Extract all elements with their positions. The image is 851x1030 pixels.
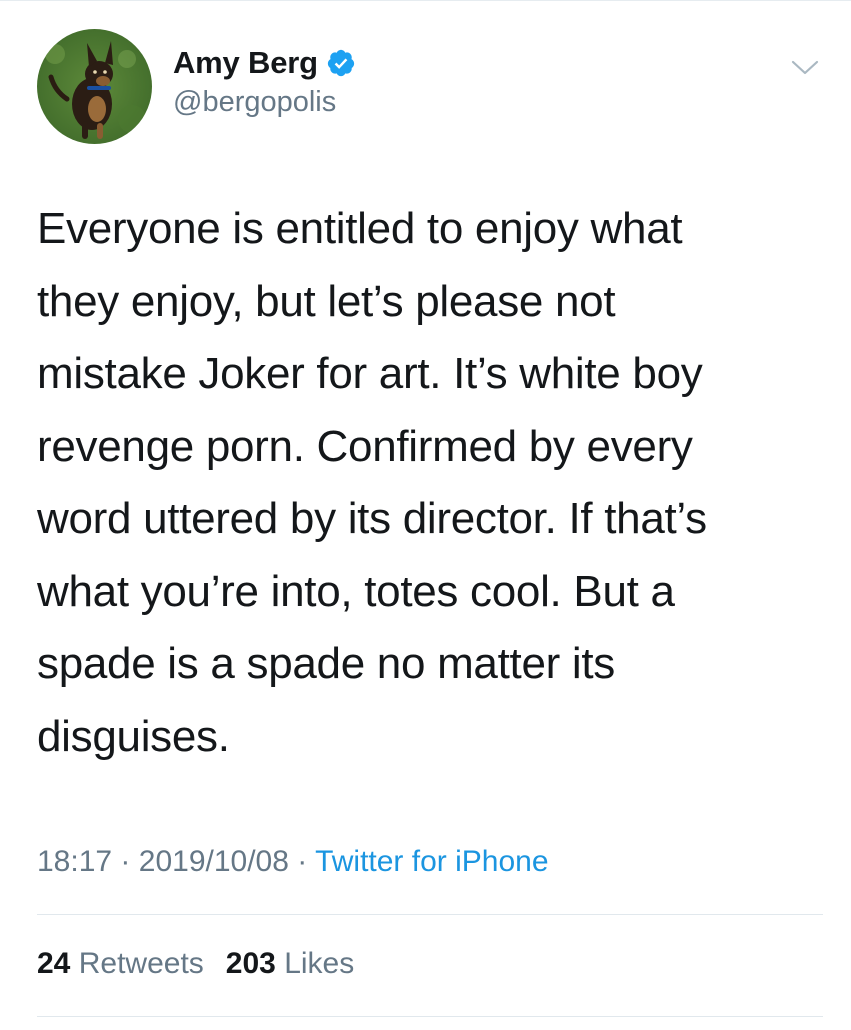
likes-stat[interactable]: 203 Likes: [226, 947, 354, 980]
tweet-source-link[interactable]: Twitter for iPhone: [315, 845, 548, 878]
divider: [37, 914, 823, 915]
display-name[interactable]: Amy Berg: [173, 45, 318, 81]
dog-photo-avatar: [37, 29, 152, 144]
retweets-label: Retweets: [78, 947, 204, 980]
meta-separator: ·: [120, 845, 131, 878]
likes-label: Likes: [284, 947, 355, 980]
retweets-stat[interactable]: 24 Retweets: [37, 947, 204, 980]
top-divider: [0, 0, 851, 1]
tweet-meta: 18:17 · 2019/10/08 · Twitter for iPhone: [37, 845, 549, 879]
tweet-time: 18:17: [37, 845, 113, 878]
retweets-count: 24: [37, 947, 71, 980]
tweet-date: 2019/10/08: [138, 845, 289, 878]
handle[interactable]: @bergopolis: [173, 86, 356, 119]
tweet-text: Everyone is entitled to enjoy what they …: [37, 204, 707, 761]
verified-badge-icon: [326, 48, 356, 78]
avatar[interactable]: [37, 29, 152, 144]
tweet-stats: 24 Retweets 203 Likes: [37, 947, 354, 981]
name-row: Amy Berg: [173, 44, 356, 82]
divider: [37, 1016, 823, 1017]
author-block: Amy Berg @bergopolis: [173, 44, 356, 119]
likes-count: 203: [225, 947, 276, 980]
chevron-down-icon[interactable]: [791, 58, 819, 78]
meta-separator: ·: [297, 845, 308, 878]
